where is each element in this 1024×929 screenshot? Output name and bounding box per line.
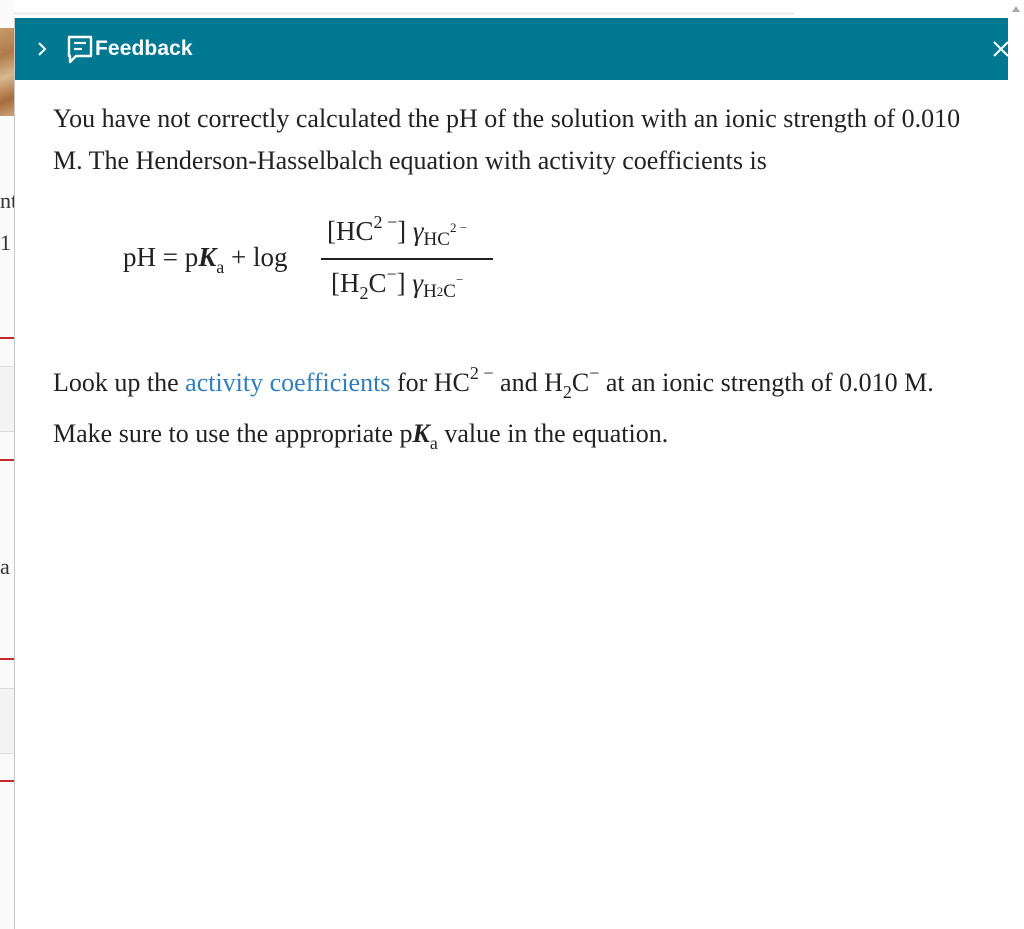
- page-scrollbar[interactable]: [1008, 0, 1024, 929]
- scroll-up-icon[interactable]: [1012, 6, 1020, 12]
- henderson-hasselbalch-equation: pH = pKa + log [HC2 −] γHC2 − [H2C−] γH2…: [53, 202, 987, 322]
- fraction-bar: [321, 258, 493, 260]
- background-divider: [0, 459, 14, 461]
- background-top-border: [14, 12, 794, 15]
- background-divider: [0, 337, 14, 339]
- background-divider: [0, 658, 14, 660]
- activity-coefficients-link[interactable]: activity coefficients: [185, 368, 390, 397]
- feedback-hint: Look up the activity coefficients for HC…: [53, 363, 934, 453]
- feedback-panel: Feedback You have not correctly calculat…: [14, 18, 1024, 929]
- background-divider: [0, 780, 14, 782]
- feedback-message: You have not correctly calculated the pH…: [53, 104, 961, 175]
- background-page: [0, 0, 14, 929]
- background-image: [0, 28, 14, 116]
- panel-title: Feedback: [95, 37, 193, 60]
- feedback-body: You have not correctly calculated the pH…: [15, 80, 1024, 464]
- fraction-denominator: [H2C−] γH2C−: [331, 264, 464, 303]
- background-input-box: [0, 688, 14, 754]
- collapse-button[interactable]: [25, 18, 59, 80]
- background-input-box: [0, 366, 14, 432]
- feedback-comment-icon: [67, 34, 93, 64]
- feedback-header: Feedback: [15, 18, 1024, 80]
- fraction-numerator: [HC2 −] γHC2 −: [327, 212, 468, 250]
- equation-lhs: pH = pKa + log: [123, 242, 288, 277]
- background-text-fragment: a: [0, 554, 10, 579]
- chevron-right-icon: [38, 42, 47, 56]
